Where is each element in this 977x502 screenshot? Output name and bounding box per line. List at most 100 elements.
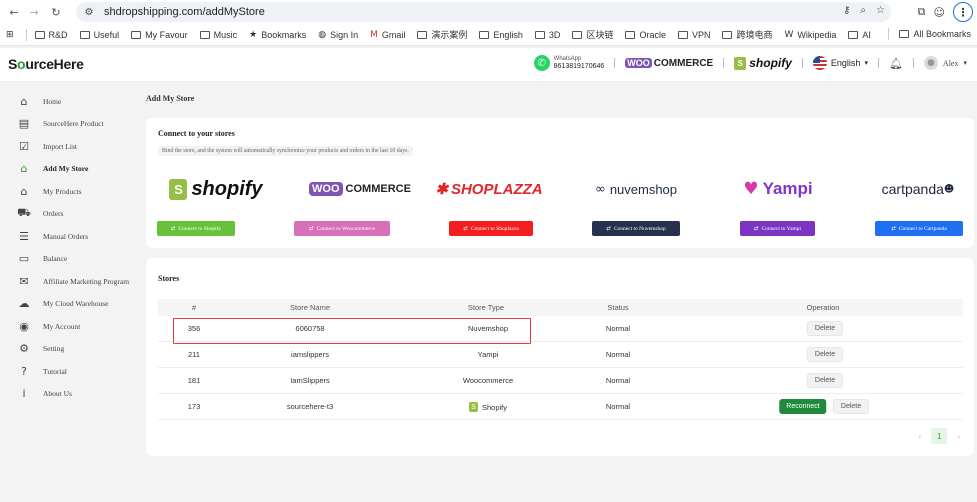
bookmark-item[interactable]: R&D [34, 29, 68, 40]
next-page-icon[interactable]: › [957, 432, 960, 441]
sidebar-item-orders[interactable]: ⛟ Orders [0, 203, 140, 225]
sidebar-item-label: Import List [43, 141, 77, 151]
whatsapp-number: 8613819170646 [553, 63, 605, 70]
star-icon: ★ [249, 29, 258, 40]
sidebar: ⌂ Home ▤ SourceHere Product ☑ Import List ⌂ Add… [0, 82, 140, 502]
nuvemshop-logo: ∞ nuvemshop [576, 176, 696, 202]
globe-icon: ◍ [318, 29, 327, 40]
reload-icon[interactable]: ↻ [46, 2, 66, 22]
store-id: 211 [188, 350, 200, 359]
bookmark-item[interactable]: Useful [79, 30, 119, 40]
wallet-icon: ▭ [18, 252, 30, 265]
bookmark-item[interactable]: AI [848, 30, 871, 40]
bookmark-item[interactable]: Music [199, 30, 237, 40]
folder-icon [131, 30, 142, 39]
warehouse-icon: ⌂ [20, 184, 28, 198]
bookmark-item[interactable]: 演示案例 [417, 28, 467, 41]
bookmark-item[interactable]: My Favour [131, 30, 188, 40]
sidebar-item-add-my-store[interactable]: ⌂ Add My Store [0, 158, 140, 180]
page-number[interactable]: 1 [931, 428, 948, 444]
site-info-icon[interactable]: ⚙ [82, 5, 96, 19]
sidebar-item-label: SourceHere Product [43, 119, 104, 128]
shopify-logo-text: shopify [191, 177, 263, 200]
delete-button[interactable]: Delete [806, 373, 844, 388]
pagination: ‹ 1 › [919, 428, 960, 444]
sidebar-item-import-list[interactable]: ☑ Import List [0, 135, 140, 157]
connect-icon: ⇄ [753, 225, 759, 232]
sidebar-item-my-products[interactable]: ⌂ My Products [0, 180, 140, 202]
sidebar-item-label: My Cloud Warehouse [43, 299, 109, 308]
apps-grid-icon[interactable]: ⊞ [6, 30, 14, 40]
bookmark-label: R&D [48, 29, 68, 40]
connect-woocommerce-button[interactable]: ⇄ Connect to Woocommerce [294, 221, 390, 236]
reconnect-button[interactable]: Reconnect [779, 399, 827, 414]
info-icon: i [22, 387, 26, 400]
app-header: SourceHere ✆ WhatsApp 8613819170646 WOO CO… [0, 48, 977, 82]
woocommerce-header-logo[interactable]: WOO COMMERCE [625, 58, 713, 69]
store-status: Normal [605, 376, 631, 385]
yampi-logo: ♥ Yampi [718, 176, 838, 202]
connect-shoplazza-button[interactable]: ⇄ Connect to Shoplazza [449, 221, 533, 236]
logo-s: S [8, 56, 18, 72]
cartpanda-logo-text: cartpanda [881, 181, 944, 197]
delete-button[interactable]: Delete [806, 347, 844, 362]
bookmark-label: English [493, 29, 523, 40]
cartpanda-platform: cartpanda ☻ [858, 176, 977, 206]
delete-button[interactable]: Delete [832, 399, 870, 414]
delete-button[interactable]: Delete [806, 321, 844, 336]
sidebar-item-about-us[interactable]: i About Us [0, 383, 140, 405]
prev-page-icon[interactable]: ‹ [919, 432, 922, 441]
bookmark-item[interactable]: W Wikipedia [785, 30, 837, 40]
sidebar-item-sourcehere-product[interactable]: ▤ SourceHere Product [0, 113, 140, 135]
bookmark-star-icon[interactable]: ☆ [876, 5, 885, 16]
sidebar-item-balance[interactable]: ▭ Balance [0, 248, 140, 270]
address-bar[interactable]: ⚙ shdropshipping.com/addMyStore ⚷ ⌕ ☆ [76, 2, 891, 22]
menu-kebab-icon[interactable]: ⋮ [953, 2, 973, 22]
page-title: Add My Store [146, 94, 195, 103]
table-header: # Store Name Store Type Status Operation [158, 299, 963, 316]
bookmark-item[interactable]: 跨境电商 [722, 28, 773, 41]
sidebar-item-my-account[interactable]: ◉ My Account [0, 315, 140, 337]
connect-shopify-button[interactable]: ⇄ Connect to Shopify [157, 221, 235, 236]
back-icon[interactable]: ← [4, 2, 24, 22]
sourcehere-logo[interactable]: SourceHere [8, 56, 84, 72]
connect-cartpanda-button[interactable]: ⇄ Connect to Cartpanda [875, 221, 963, 236]
account-icon: ◉ [19, 319, 29, 333]
sidebar-item-home[interactable]: ⌂ Home [0, 90, 140, 112]
user-name: Alex [942, 58, 959, 68]
bookmark-item[interactable]: 区块链 [572, 28, 613, 41]
connect-yampi-button[interactable]: ⇄ Connect to Yampi [740, 221, 815, 236]
sidebar-item-affiliate-marketing-program[interactable]: ✉ Affiliate Marketing Program [0, 270, 140, 292]
bell-icon[interactable]: 🔔︎ [889, 57, 903, 70]
bookmark-item[interactable]: 3D [534, 30, 560, 40]
extensions-icon[interactable]: ⧉ [918, 5, 926, 19]
sidebar-item-my-cloud-warehouse[interactable]: ☁ My Cloud Warehouse [0, 293, 140, 315]
sidebar-item-manual-orders[interactable]: ☰ Manual Orders [0, 225, 140, 247]
cart-icon: ⛟ [17, 206, 31, 219]
sidebar-item-label: My Products [43, 186, 82, 196]
forward-icon[interactable]: → [24, 2, 44, 22]
all-bookmarks[interactable]: All Bookmarks [888, 28, 971, 40]
folder-icon [199, 30, 210, 39]
zoom-icon[interactable]: ⌕ [860, 5, 866, 16]
bookmark-item[interactable]: M Gmail [370, 30, 405, 40]
connect-yampi-label: Connect to Yampi [761, 225, 802, 232]
bookmark-item[interactable]: Oracle [625, 30, 666, 40]
sidebar-item-tutorial[interactable]: ? Tutorial [0, 360, 140, 382]
nuvemshop-platform: ∞ nuvemshop [576, 176, 696, 206]
store-type: Yampi [477, 350, 499, 359]
bookmark-item[interactable]: ★ Bookmarks [249, 30, 306, 40]
us-flag-icon [812, 56, 827, 70]
profile-icon[interactable]: ☺ [934, 6, 945, 19]
shopify-header-logo[interactable]: Sshopify [734, 56, 792, 70]
connect-nuvemshop-button[interactable]: ⇄ Connect to Nuvemshop [592, 221, 680, 236]
language-select[interactable]: English ▾ [812, 56, 868, 70]
bookmark-label: Sign In [330, 29, 359, 40]
bookmark-item[interactable]: English [479, 30, 523, 40]
user-menu[interactable]: ● Alex ▾ [923, 56, 967, 70]
whatsapp-contact[interactable]: ✆ WhatsApp 8613819170646 [533, 55, 605, 71]
password-key-icon[interactable]: ⚷ [843, 5, 850, 16]
bookmark-item[interactable]: ◍ Sign In [318, 30, 358, 40]
sidebar-item-setting[interactable]: ⚙ Setting [0, 338, 140, 360]
bookmark-item[interactable]: VPN [677, 30, 710, 40]
